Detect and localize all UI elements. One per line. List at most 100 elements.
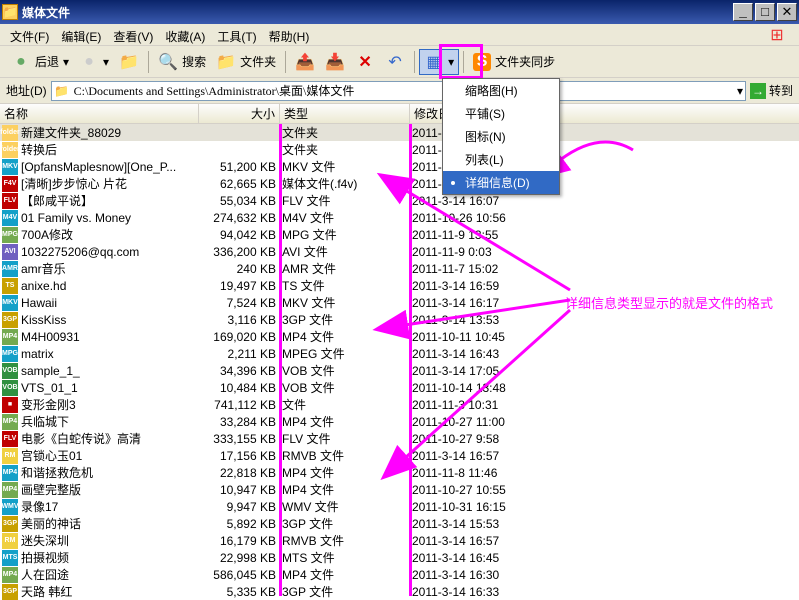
table-row[interactable]: MPG700A修改94,042 KBMPG 文件2011-11-9 13:55 <box>0 226 799 243</box>
table-row[interactable]: MPGmatrix2,211 KBMPEG 文件2011-3-14 16:43 <box>0 345 799 362</box>
table-row[interactable]: M4V01 Family vs. Money274,632 KBM4V 文件20… <box>0 209 799 226</box>
file-type: M4V 文件 <box>280 209 410 226</box>
menu-view[interactable]: 查看(V) <box>107 26 159 43</box>
file-size: 3,116 KB <box>199 313 280 327</box>
file-type: RMVB 文件 <box>280 532 410 549</box>
file-date: 2011-10-27 10:55 <box>410 483 554 497</box>
file-date: 2011-3-14 16:30 <box>410 568 554 582</box>
menu-help[interactable]: 帮助(H) <box>263 26 316 43</box>
table-row[interactable]: F4V[清晰]步步惊心 片花62,665 KB媒体文件(.f4v)2011-3-… <box>0 175 799 192</box>
window-titlebar: 📁 媒体文件 _ □ ✕ <box>0 0 799 24</box>
file-name: KissKiss <box>21 313 66 327</box>
table-row[interactable]: VOBVTS_01_110,484 KBVOB 文件2011-10-14 13:… <box>0 379 799 396</box>
address-input[interactable]: 📁 C:\Documents and Settings\Administrato… <box>51 81 746 101</box>
maximize-button[interactable]: □ <box>755 3 775 21</box>
table-row[interactable]: FLV电影《白蛇传说》高清333,155 KBFLV 文件2011-10-27 … <box>0 430 799 447</box>
undo-button[interactable]: ↶ <box>380 49 410 75</box>
file-type-icon: MP4 <box>2 414 18 430</box>
views-opt-tiles[interactable]: 平铺(S) <box>443 102 559 125</box>
views-opt-icons[interactable]: 图标(N) <box>443 125 559 148</box>
header-size[interactable]: 大小 <box>199 104 280 123</box>
copy-to-icon: 📥 <box>325 52 345 72</box>
chevron-down-icon[interactable]: ▾ <box>737 84 743 98</box>
file-name: sample_1_ <box>21 364 80 378</box>
views-opt-details[interactable]: 详细信息(D) <box>443 171 559 194</box>
table-row[interactable]: 3GP天路 韩红5,335 KB3GP 文件2011-3-14 16:33 <box>0 583 799 600</box>
annotation-text: 详细信息类型显示的就是文件的格式 <box>565 293 773 312</box>
file-name: 拍摄视频 <box>21 549 69 566</box>
file-type-icon: 3GP <box>2 584 18 600</box>
folders-label: 文件夹 <box>240 53 276 70</box>
search-button[interactable]: 🔍 搜索 <box>153 49 211 75</box>
forward-button[interactable]: ● ▾ <box>74 49 114 75</box>
file-name: 和谐拯救危机 <box>21 464 93 481</box>
table-row[interactable]: TSanixe.hd19,497 KBTS 文件2011-3-14 16:59 <box>0 277 799 294</box>
file-name: 兵临城下 <box>21 413 69 430</box>
file-type-icon: MP4 <box>2 567 18 583</box>
menu-tools[interactable]: 工具(T) <box>211 26 262 43</box>
file-date: 2011-3-14 17:05 <box>410 364 554 378</box>
views-opt-list[interactable]: 列表(L) <box>443 148 559 171</box>
table-row[interactable]: MKV[OpfansMaplesnow][One_P...51,200 KBMK… <box>0 158 799 175</box>
file-list[interactable]: folder新建文件夹_88029文件夹2011-folder转换后文件夹201… <box>0 124 799 596</box>
table-row[interactable]: MTS拍摄视频22,998 KBMTS 文件2011-3-14 16:45 <box>0 549 799 566</box>
annotation-views-highlight <box>439 44 483 79</box>
views-dropdown: 缩略图(H) 平铺(S) 图标(N) 列表(L) 详细信息(D) <box>442 78 560 195</box>
window-controls: _ □ ✕ <box>733 3 797 21</box>
views-opt-thumbnails[interactable]: 缩略图(H) <box>443 79 559 102</box>
table-row[interactable]: VOBsample_1_34,396 KBVOB 文件2011-3-14 17:… <box>0 362 799 379</box>
menu-file[interactable]: 文件(F) <box>4 26 55 43</box>
close-button[interactable]: ✕ <box>777 3 797 21</box>
file-size: 55,034 KB <box>199 194 280 208</box>
file-type: 媒体文件(.f4v) <box>280 175 410 192</box>
window-folder-icon: 📁 <box>2 4 18 20</box>
file-type: RMVB 文件 <box>280 447 410 464</box>
table-row[interactable]: folder新建文件夹_88029文件夹2011- <box>0 124 799 141</box>
folders-icon: 📁 <box>216 52 236 72</box>
menu-favorites[interactable]: 收藏(A) <box>159 26 211 43</box>
copy-to-button[interactable]: 📥 <box>320 49 350 75</box>
file-name: 宫锁心玉01 <box>21 447 82 464</box>
table-row[interactable]: AVI1032275206@qq.com336,200 KBAVI 文件2011… <box>0 243 799 260</box>
table-row[interactable]: folder转换后文件夹2011- <box>0 141 799 158</box>
file-type: FLV 文件 <box>280 192 410 209</box>
table-row[interactable]: MP4人在囧途586,045 KBMP4 文件2011-3-14 16:30 <box>0 566 799 583</box>
menu-edit[interactable]: 编辑(E) <box>55 26 107 43</box>
file-type-icon: M4V <box>2 210 18 226</box>
file-size: 22,998 KB <box>199 551 280 565</box>
up-button[interactable]: 📁 <box>114 49 144 75</box>
header-type[interactable]: 类型 <box>280 104 410 123</box>
file-date: 2011-11-9 0:03 <box>410 245 554 259</box>
header-name[interactable]: 名称 <box>0 104 199 123</box>
table-row[interactable]: RM宫锁心玉0117,156 KBRMVB 文件2011-3-14 16:57 <box>0 447 799 464</box>
file-size: 5,892 KB <box>199 517 280 531</box>
delete-button[interactable]: ✕ <box>350 49 380 75</box>
file-name: matrix <box>21 347 54 361</box>
table-row[interactable]: AMRamr音乐240 KBAMR 文件2011-11-7 15:02 <box>0 260 799 277</box>
file-type: VOB 文件 <box>280 362 410 379</box>
file-name: 变形金刚3 <box>21 396 76 413</box>
table-row[interactable]: WMV录像179,947 KBWMV 文件2011-10-31 16:15 <box>0 498 799 515</box>
file-size: 16,179 KB <box>199 534 280 548</box>
table-row[interactable]: 3GPKissKiss3,116 KB3GP 文件2011-3-14 13:53 <box>0 311 799 328</box>
file-type-icon: MPG <box>2 227 18 243</box>
file-type: AVI 文件 <box>280 243 410 260</box>
file-name: [清晰]步步惊心 片花 <box>21 175 127 192</box>
table-row[interactable]: FLV【郎咸平说】55,034 KBFLV 文件2011-3-14 16:07 <box>0 192 799 209</box>
table-row[interactable]: RM迷失深圳16,179 KBRMVB 文件2011-3-14 16:57 <box>0 532 799 549</box>
table-row[interactable]: MP4兵临城下33,284 KBMP4 文件2011-10-27 11:00 <box>0 413 799 430</box>
minimize-button[interactable]: _ <box>733 3 753 21</box>
table-row[interactable]: MP4画壁完整版10,947 KBMP4 文件2011-10-27 10:55 <box>0 481 799 498</box>
go-button[interactable]: → 转到 <box>750 82 793 99</box>
move-to-button[interactable]: 📤 <box>290 49 320 75</box>
back-button[interactable]: ● 后退 ▾ <box>6 49 74 75</box>
folders-button[interactable]: 📁 文件夹 <box>211 49 281 75</box>
file-date: 2011-3-14 16:59 <box>410 279 554 293</box>
table-row[interactable]: 3GP美丽的神话5,892 KB3GP 文件2011-3-14 15:53 <box>0 515 799 532</box>
table-row[interactable]: ■变形金刚3741,112 KB文件2011-11-3 10:31 <box>0 396 799 413</box>
file-type: 文件 <box>280 396 410 413</box>
table-row[interactable]: MP4M4H00931169,020 KBMP4 文件2011-10-11 10… <box>0 328 799 345</box>
table-row[interactable]: MP4和谐拯救危机22,818 KBMP4 文件2011-11-8 11:46 <box>0 464 799 481</box>
file-type-icon: MKV <box>2 295 18 311</box>
file-size: 2,211 KB <box>199 347 280 361</box>
